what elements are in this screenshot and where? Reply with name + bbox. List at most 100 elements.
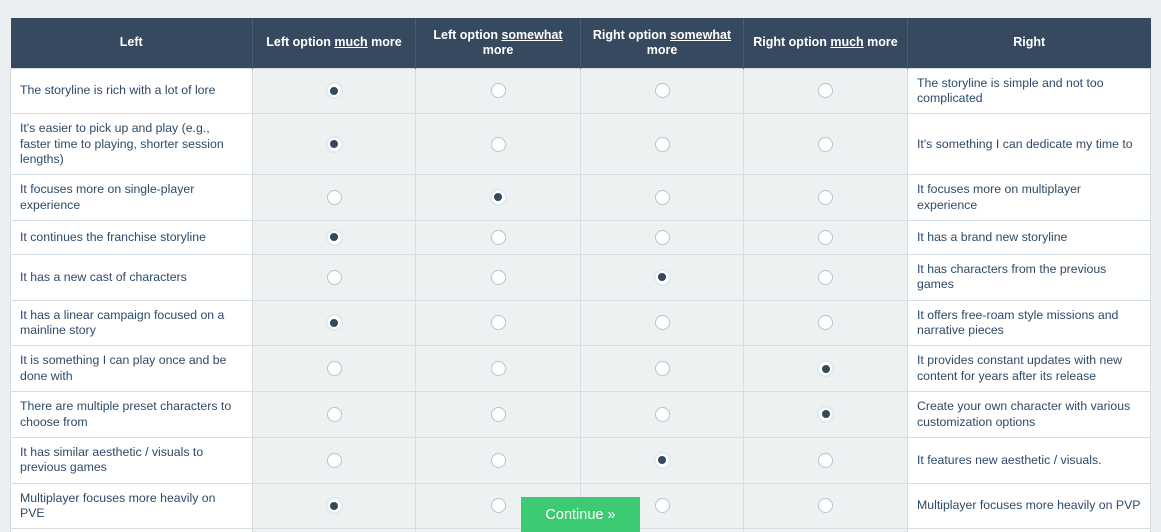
radio-cell-3[interactable]	[580, 254, 744, 301]
radio-cell-1[interactable]	[252, 436, 416, 484]
radio-cell-4[interactable]	[743, 220, 908, 256]
comparison-matrix-table: Left Left option much more Left option s…	[10, 18, 1151, 532]
table-row: It continues the franchise storyline It h…	[10, 220, 1151, 256]
radio-unselected-icon[interactable]	[818, 229, 833, 245]
radio-unselected-icon[interactable]	[490, 83, 506, 99]
radio-unselected-icon[interactable]	[818, 269, 833, 285]
radio-cell-3[interactable]	[580, 436, 744, 484]
radio-cell-2[interactable]	[415, 345, 581, 393]
row-label-right: It's something I can dedicate my time to	[907, 113, 1151, 176]
radio-unselected-icon[interactable]	[490, 229, 506, 245]
radio-cell-1[interactable]	[252, 391, 416, 438]
radio-unselected-icon[interactable]	[654, 406, 670, 422]
radio-unselected-icon[interactable]	[490, 315, 506, 331]
radio-cell-3[interactable]	[580, 299, 744, 347]
table-row: It focuses more on single-player experie…	[10, 174, 1151, 222]
radio-cell-1[interactable]	[252, 220, 416, 256]
header-text-qualifier: much	[830, 35, 864, 50]
radio-cell-2[interactable]	[415, 391, 581, 438]
row-label-right: The storyline is simple and not too comp…	[907, 67, 1151, 115]
radio-cell-3[interactable]	[580, 67, 744, 115]
radio-unselected-icon[interactable]	[490, 361, 506, 377]
header-text-prefix: Left option	[433, 27, 502, 42]
header-text-suffix: more	[646, 42, 678, 57]
row-label-right: Create your own character with various c…	[907, 391, 1151, 438]
radio-unselected-icon[interactable]	[654, 229, 670, 245]
row-label-left: It has similar aesthetic / visuals to pr…	[10, 436, 253, 484]
radio-cell-3[interactable]	[580, 220, 744, 256]
matrix-body: The storyline is rich with a lot of lore…	[10, 67, 1151, 532]
radio-cell-1[interactable]	[252, 174, 416, 222]
radio-cell-4[interactable]	[743, 113, 908, 176]
radio-cell-3[interactable]	[580, 174, 744, 222]
radio-unselected-icon[interactable]	[818, 452, 833, 468]
radio-unselected-icon[interactable]	[490, 452, 506, 468]
radio-selected-icon[interactable]	[654, 269, 670, 285]
radio-unselected-icon[interactable]	[818, 83, 833, 99]
radio-selected-icon[interactable]	[818, 361, 833, 377]
column-header-left-much: Left option much more	[252, 18, 416, 68]
radio-unselected-icon[interactable]	[490, 406, 506, 422]
comparison-matrix-container: Left Left option much more Left option s…	[10, 18, 1151, 532]
survey-page: Left Left option much more Left option s…	[0, 0, 1161, 532]
radio-cell-1[interactable]	[252, 345, 416, 393]
radio-cell-3[interactable]	[580, 345, 744, 393]
row-label-right: It offers free-roam style missions and n…	[907, 299, 1151, 347]
radio-unselected-icon[interactable]	[818, 189, 833, 205]
header-text-qualifier: much	[334, 35, 368, 50]
radio-selected-icon[interactable]	[490, 189, 506, 205]
radio-selected-icon[interactable]	[326, 315, 342, 331]
radio-cell-2[interactable]	[415, 436, 581, 484]
radio-unselected-icon[interactable]	[326, 269, 342, 285]
continue-button[interactable]: Continue »	[521, 497, 640, 532]
radio-cell-2[interactable]	[415, 220, 581, 256]
radio-unselected-icon[interactable]	[818, 315, 833, 331]
header-text-suffix: more	[863, 35, 898, 50]
radio-cell-2[interactable]	[415, 67, 581, 115]
radio-unselected-icon[interactable]	[654, 189, 670, 205]
header-text-qualifier: somewhat	[501, 27, 563, 42]
radio-cell-4[interactable]	[743, 391, 908, 438]
radio-cell-3[interactable]	[580, 113, 744, 176]
header-text-prefix: Left option	[266, 35, 335, 50]
radio-cell-1[interactable]	[252, 113, 416, 176]
radio-cell-1[interactable]	[252, 299, 416, 347]
radio-cell-4[interactable]	[743, 254, 908, 301]
radio-unselected-icon[interactable]	[326, 189, 342, 205]
table-row: It's easier to pick up and play (e.g., f…	[10, 113, 1151, 176]
radio-cell-1[interactable]	[252, 254, 416, 301]
radio-unselected-icon[interactable]	[490, 269, 506, 285]
radio-unselected-icon[interactable]	[818, 136, 833, 152]
row-label-left: It has a linear campaign focused on a ma…	[10, 299, 253, 347]
row-label-left: It focuses more on single-player experie…	[10, 174, 253, 222]
radio-cell-2[interactable]	[415, 254, 581, 301]
radio-cell-2[interactable]	[415, 113, 581, 176]
row-label-right: It features new aesthetic / visuals.	[907, 436, 1151, 484]
radio-unselected-icon[interactable]	[654, 361, 670, 377]
radio-unselected-icon[interactable]	[326, 361, 342, 377]
radio-unselected-icon[interactable]	[326, 452, 342, 468]
radio-cell-3[interactable]	[580, 391, 744, 438]
radio-cell-1[interactable]	[252, 67, 416, 115]
radio-cell-4[interactable]	[743, 174, 908, 222]
radio-selected-icon[interactable]	[818, 406, 833, 422]
header-text-suffix: more	[367, 35, 402, 50]
radio-unselected-icon[interactable]	[654, 315, 670, 331]
radio-unselected-icon[interactable]	[490, 136, 506, 152]
radio-cell-2[interactable]	[415, 174, 581, 222]
radio-selected-icon[interactable]	[326, 136, 342, 152]
radio-cell-4[interactable]	[743, 436, 908, 484]
radio-selected-icon[interactable]	[326, 83, 342, 99]
radio-selected-icon[interactable]	[326, 229, 342, 245]
radio-cell-2[interactable]	[415, 299, 581, 347]
radio-unselected-icon[interactable]	[326, 406, 342, 422]
radio-unselected-icon[interactable]	[654, 136, 670, 152]
row-label-right: It has a brand new storyline	[907, 220, 1151, 256]
radio-unselected-icon[interactable]	[654, 83, 670, 99]
table-row: It has similar aesthetic / visuals to pr…	[10, 436, 1151, 484]
row-label-right: It has characters from the previous game…	[907, 254, 1151, 301]
radio-cell-4[interactable]	[743, 67, 908, 115]
radio-selected-icon[interactable]	[654, 452, 670, 468]
radio-cell-4[interactable]	[743, 345, 908, 393]
radio-cell-4[interactable]	[743, 299, 908, 347]
